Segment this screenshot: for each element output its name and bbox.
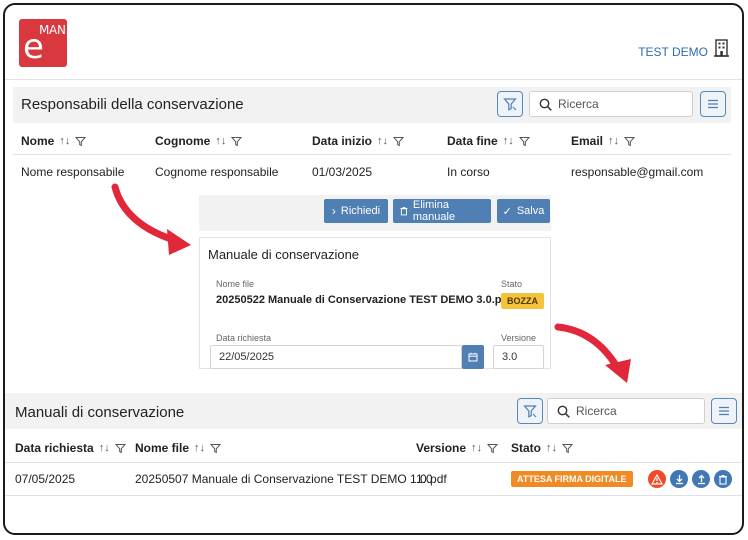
app-window: e MAN TEST DEMO Responsabili della conse… xyxy=(3,3,744,535)
annotation-arrow-1-head xyxy=(167,229,191,255)
annotation-arrow-2 xyxy=(554,323,621,371)
annotation-arrows xyxy=(111,183,631,383)
annotation-arrow-2-head xyxy=(605,359,631,383)
